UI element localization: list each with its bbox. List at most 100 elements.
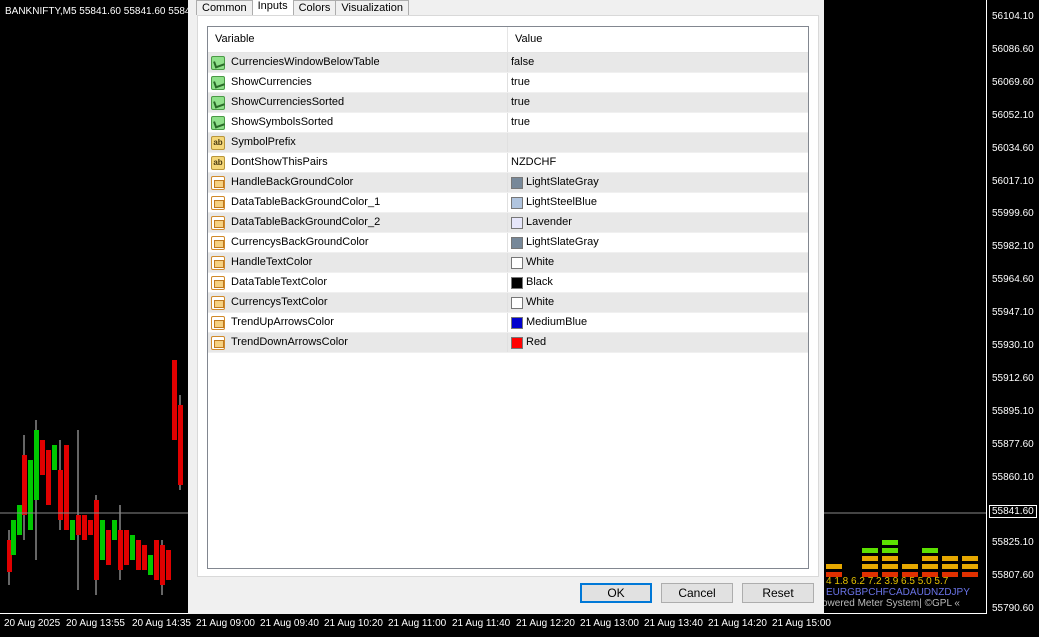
price-label: 56104.10 bbox=[992, 11, 1034, 22]
variable-name: DataTableBackGroundColor_1 bbox=[231, 196, 381, 208]
input-row[interactable]: HandleBackGroundColor LightSlateGray bbox=[208, 173, 808, 193]
candle bbox=[100, 520, 105, 560]
variable-cell: CurrenciesWindowBelowTable bbox=[208, 53, 508, 72]
price-label: 55930.10 bbox=[992, 340, 1034, 351]
meter-currencies: EURGBPCHFCADAUDNZDJPY bbox=[826, 587, 970, 598]
color-icon bbox=[211, 295, 225, 310]
input-row[interactable]: TrendUpArrowsColor MediumBlue bbox=[208, 313, 808, 333]
input-row[interactable]: DataTableBackGroundColor_1 LightSteelBlue bbox=[208, 193, 808, 213]
column-header-variable[interactable]: Variable bbox=[208, 27, 508, 52]
color-swatch[interactable] bbox=[511, 236, 523, 249]
value-text: NZDCHF bbox=[511, 156, 557, 168]
price-label: 56069.60 bbox=[992, 76, 1034, 88]
value-text: LightSlateGray bbox=[526, 176, 599, 188]
value-cell[interactable]: White bbox=[508, 293, 554, 312]
variable-cell: TrendUpArrowsColor bbox=[208, 313, 508, 332]
value-cell[interactable]: NZDCHF bbox=[508, 153, 556, 172]
price-label: 55860.10 bbox=[992, 471, 1034, 483]
price-label: 55807.60 bbox=[992, 570, 1034, 582]
color-swatch[interactable] bbox=[511, 256, 523, 269]
candle bbox=[40, 440, 45, 475]
color-swatch[interactable] bbox=[511, 296, 523, 309]
price-label: 56034.60 bbox=[992, 142, 1034, 154]
meter-segment bbox=[882, 564, 898, 569]
value-cell[interactable]: Red bbox=[508, 333, 546, 352]
time-label: 21 Aug 09:40 bbox=[260, 618, 319, 629]
price-label: 55790.60 bbox=[992, 603, 1034, 615]
price-label: 56052.10 bbox=[992, 109, 1034, 121]
value-cell[interactable]: true bbox=[508, 93, 530, 112]
color-swatch[interactable] bbox=[511, 216, 523, 229]
value-cell[interactable]: LightSlateGray bbox=[508, 233, 599, 252]
meter-segment bbox=[962, 556, 978, 561]
color-swatch[interactable] bbox=[511, 196, 523, 209]
candle bbox=[46, 450, 51, 505]
input-row[interactable]: ShowCurrencies true bbox=[208, 73, 808, 93]
column-header-value[interactable]: Value bbox=[508, 27, 542, 52]
value-text: White bbox=[526, 256, 555, 268]
price-label: 55877.60 bbox=[992, 438, 1034, 450]
value-cell[interactable]: MediumBlue bbox=[508, 313, 587, 332]
input-row[interactable]: DataTableBackGroundColor_2 Lavender bbox=[208, 213, 808, 233]
tab-inputs[interactable]: Inputs bbox=[251, 0, 294, 15]
strength-meter-bars bbox=[826, 540, 978, 577]
variable-name: ShowCurrencies bbox=[231, 76, 312, 88]
meter-segment bbox=[882, 540, 898, 545]
color-icon bbox=[211, 175, 225, 190]
time-label: 21 Aug 09:00 bbox=[196, 618, 255, 629]
value-cell[interactable]: White bbox=[508, 253, 554, 272]
time-label: 20 Aug 2025 bbox=[4, 618, 61, 629]
price-label: 55912.60 bbox=[992, 372, 1034, 384]
meter-caption: owered Meter System| ©GPL « bbox=[822, 598, 960, 609]
cancel-button[interactable]: Cancel bbox=[661, 583, 733, 603]
candle bbox=[22, 455, 27, 515]
value-cell[interactable]: true bbox=[508, 73, 530, 92]
meter-segment bbox=[882, 556, 898, 561]
value-cell[interactable]: false bbox=[508, 53, 534, 72]
text-icon: ab bbox=[211, 135, 225, 150]
time-label: 21 Aug 12:20 bbox=[516, 618, 575, 629]
reset-button[interactable]: Reset bbox=[742, 583, 814, 603]
variable-cell: HandleBackGroundColor bbox=[208, 173, 508, 192]
input-row[interactable]: ShowCurrenciesSorted true bbox=[208, 93, 808, 113]
ok-button[interactable]: OK bbox=[580, 583, 652, 603]
color-swatch[interactable] bbox=[511, 316, 523, 329]
value-cell[interactable]: LightSlateGray bbox=[508, 173, 599, 192]
bool-icon bbox=[211, 75, 225, 90]
candle bbox=[34, 430, 39, 500]
price-label: 55825.10 bbox=[992, 537, 1034, 549]
price-axis[interactable]: 56104.10 56086.60 56069.60 56052.10 56034.60… bbox=[986, 0, 1039, 614]
input-row[interactable]: CurrenciesWindowBelowTable false bbox=[208, 53, 808, 73]
value-cell[interactable] bbox=[508, 133, 511, 152]
variable-name: CurrencysBackGroundColor bbox=[231, 236, 369, 248]
price-label: 55841.60 bbox=[989, 504, 1037, 518]
input-row[interactable]: TrendDownArrowsColor Red bbox=[208, 333, 808, 353]
meter-segment bbox=[942, 564, 958, 569]
value-text: Lavender bbox=[526, 216, 572, 228]
value-cell[interactable]: LightSteelBlue bbox=[508, 193, 597, 212]
input-row[interactable]: ab DontShowThisPairs NZDCHF bbox=[208, 153, 808, 173]
input-row[interactable]: ShowSymbolsSorted true bbox=[208, 113, 808, 133]
value-cell[interactable]: true bbox=[508, 113, 530, 132]
tab-colors[interactable]: Colors bbox=[292, 0, 337, 15]
meter-segment bbox=[826, 564, 842, 569]
color-swatch[interactable] bbox=[511, 176, 523, 189]
value-text: true bbox=[511, 96, 530, 108]
variable-name: ShowSymbolsSorted bbox=[231, 116, 334, 128]
color-swatch[interactable] bbox=[511, 276, 523, 289]
input-row[interactable]: DataTableTextColor Black bbox=[208, 273, 808, 293]
candle bbox=[148, 555, 153, 575]
color-swatch[interactable] bbox=[511, 336, 523, 349]
input-row[interactable]: CurrencysBackGroundColor LightSlateGray bbox=[208, 233, 808, 253]
color-icon bbox=[211, 235, 225, 250]
tab-visualization[interactable]: Visualization bbox=[335, 0, 409, 15]
tab-common[interactable]: Common bbox=[196, 0, 253, 15]
candle bbox=[118, 530, 123, 570]
value-cell[interactable]: Black bbox=[508, 273, 553, 292]
value-cell[interactable]: Lavender bbox=[508, 213, 572, 232]
inputs-grid: Variable Value CurrenciesWindowBelowTabl… bbox=[207, 26, 809, 569]
input-row[interactable]: ab SymbolPrefix bbox=[208, 133, 808, 153]
input-row[interactable]: CurrencysTextColor White bbox=[208, 293, 808, 313]
input-row[interactable]: HandleTextColor White bbox=[208, 253, 808, 273]
time-axis[interactable]: 20 Aug 2025 20 Aug 13:55 20 Aug 14:35 21 Au… bbox=[0, 613, 986, 637]
